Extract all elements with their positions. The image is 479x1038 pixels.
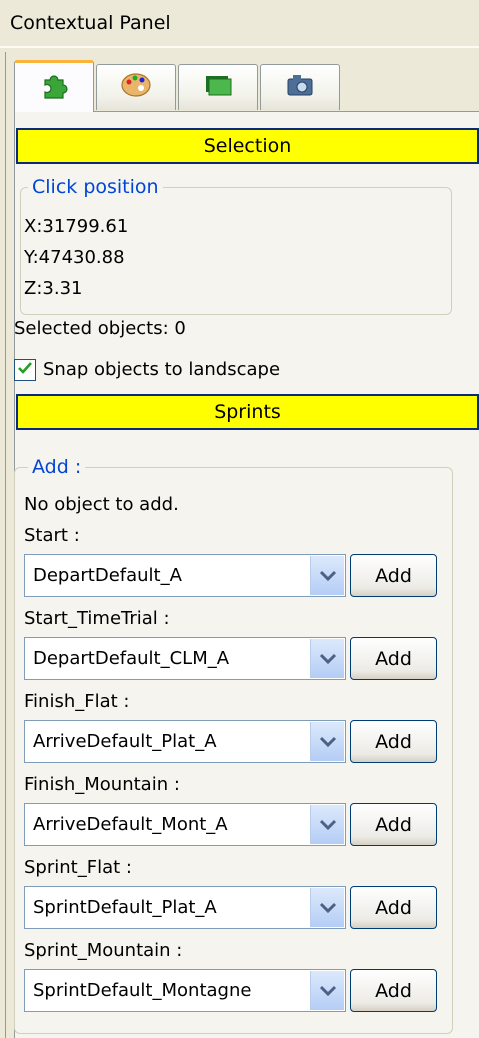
palette-icon — [119, 70, 153, 105]
object-select-value: DepartDefault_CLM_A — [33, 648, 230, 669]
selected-objects-count: Selected objects: 0 — [14, 318, 186, 339]
object-select[interactable]: SprintDefault_Plat_A — [24, 886, 346, 929]
click-position-legend: Click position — [28, 176, 163, 198]
object-select-value: DepartDefault_A — [33, 565, 182, 586]
sprints-button[interactable]: Sprints — [16, 394, 479, 430]
row-label: Sprint_Mountain : — [24, 940, 183, 961]
chevron-down-icon[interactable] — [310, 971, 344, 1010]
object-select-value: ArriveDefault_Plat_A — [33, 731, 217, 752]
add-group-legend: Add : — [28, 456, 86, 478]
row-label: Start_TimeTrial : — [24, 608, 170, 629]
tab-objects[interactable] — [14, 60, 94, 112]
layers-icon — [201, 70, 235, 105]
chevron-down-icon[interactable] — [310, 639, 344, 678]
chevron-down-icon[interactable] — [310, 888, 344, 927]
chevron-down-icon[interactable] — [310, 805, 344, 844]
snap-checkbox[interactable] — [14, 359, 36, 381]
camera-icon — [283, 70, 317, 105]
add-button[interactable]: Add — [350, 803, 437, 846]
object-select[interactable]: ArriveDefault_Mont_A — [24, 803, 346, 846]
tab-camera[interactable] — [260, 64, 340, 110]
object-select[interactable]: DepartDefault_A — [24, 554, 346, 597]
row-label: Finish_Mountain : — [24, 774, 180, 795]
panel-title: Contextual Panel — [10, 12, 171, 34]
tab-strip — [14, 60, 479, 112]
row-label: Finish_Flat : — [24, 691, 130, 712]
panel-frame-edge — [5, 52, 6, 1038]
add-button[interactable]: Add — [350, 637, 437, 680]
click-y-value: Y:47430.88 — [24, 247, 125, 268]
no-object-message: No object to add. — [24, 494, 179, 515]
object-select-value: SprintDefault_Montagne — [33, 980, 252, 1001]
object-select-value: ArriveDefault_Mont_A — [33, 814, 228, 835]
tab-layers[interactable] — [178, 64, 258, 110]
puzzle-icon — [39, 70, 69, 105]
click-x-value: X:31799.61 — [24, 216, 129, 237]
tab-paint[interactable] — [96, 64, 176, 110]
row-label: Sprint_Flat : — [24, 857, 132, 878]
click-z-value: Z:3.31 — [24, 278, 83, 299]
object-select[interactable]: DepartDefault_CLM_A — [24, 637, 346, 680]
add-button[interactable]: Add — [350, 554, 437, 597]
selection-button[interactable]: Selection — [16, 128, 479, 164]
add-button[interactable]: Add — [350, 720, 437, 763]
checkmark-icon — [17, 360, 33, 381]
row-label: Start : — [24, 525, 80, 546]
add-button[interactable]: Add — [350, 969, 437, 1012]
object-select[interactable]: ArriveDefault_Plat_A — [24, 720, 346, 763]
object-select-value: SprintDefault_Plat_A — [33, 897, 217, 918]
object-select[interactable]: SprintDefault_Montagne — [24, 969, 346, 1012]
chevron-down-icon[interactable] — [310, 722, 344, 761]
chevron-down-icon[interactable] — [310, 556, 344, 595]
snap-checkbox-label[interactable]: Snap objects to landscape — [43, 359, 280, 380]
title-divider — [0, 46, 479, 48]
add-button[interactable]: Add — [350, 886, 437, 929]
